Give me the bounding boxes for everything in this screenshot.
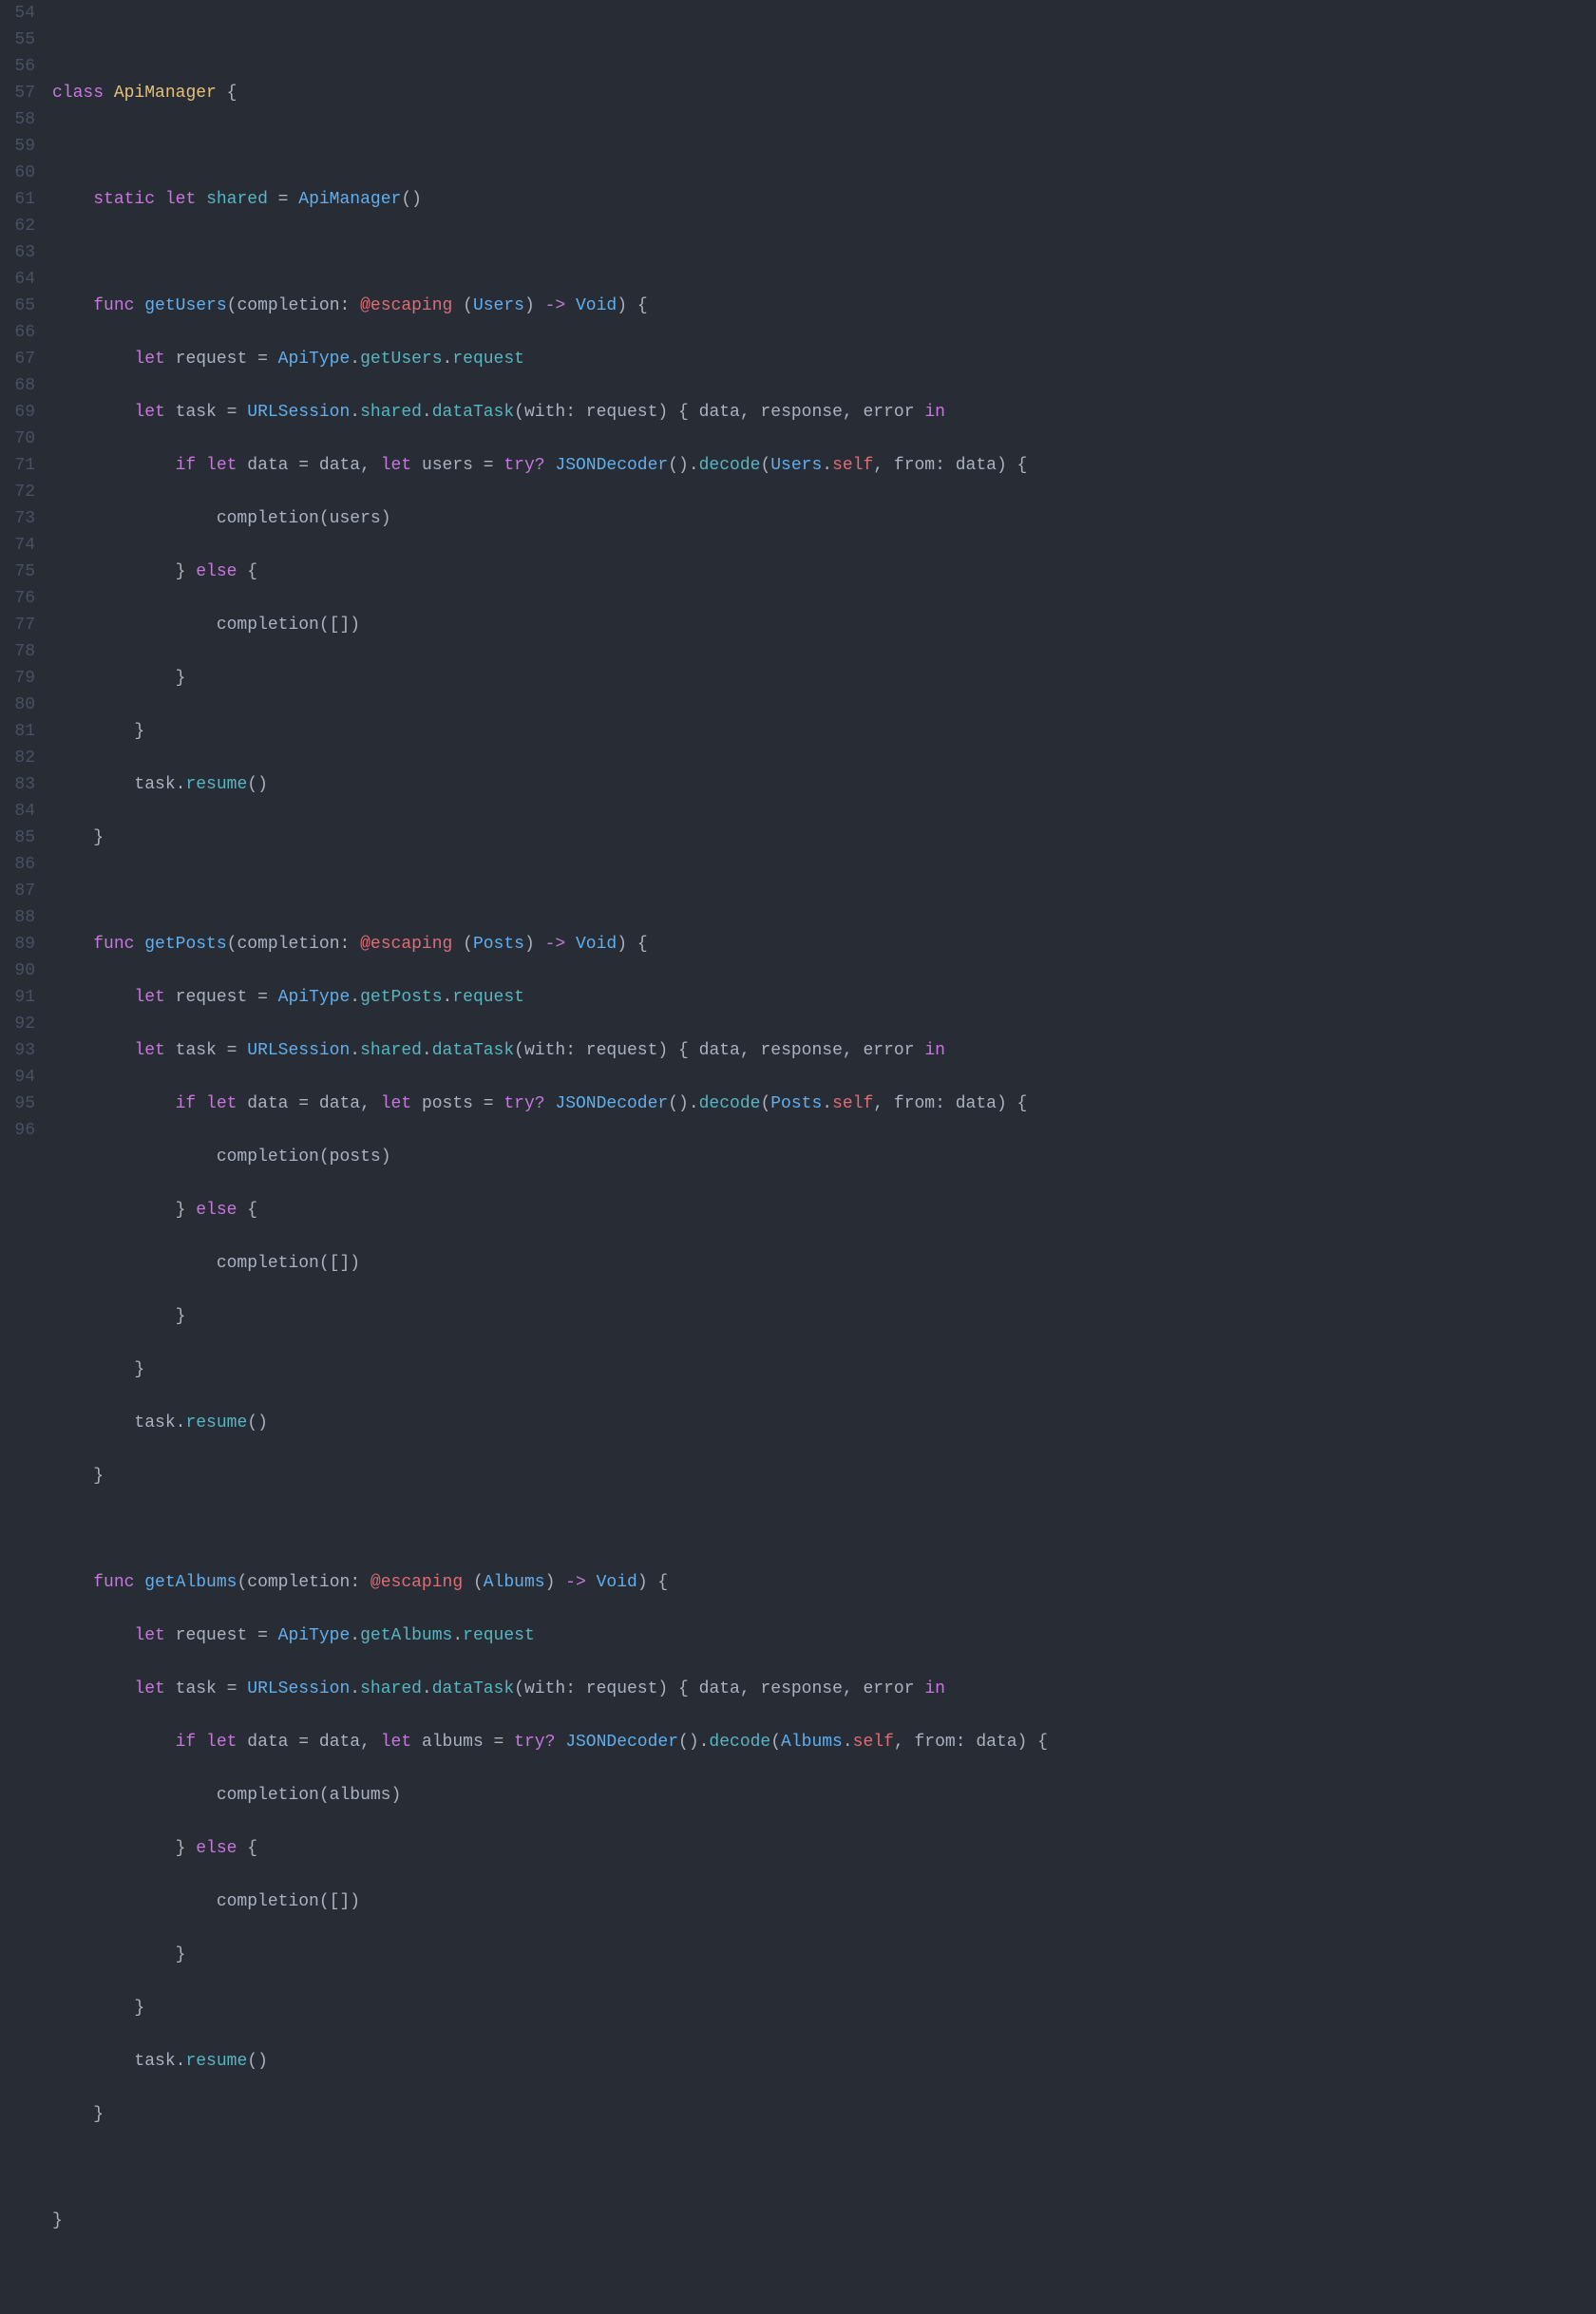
code-line: class ApiManager { bbox=[52, 80, 1596, 106]
code-line: } bbox=[52, 1995, 1596, 2021]
line-number: 63 bbox=[0, 239, 35, 266]
code-line: } bbox=[52, 1463, 1596, 1489]
line-number: 90 bbox=[0, 958, 35, 984]
line-number: 88 bbox=[0, 904, 35, 931]
code-line bbox=[52, 133, 1596, 160]
line-number: 54 bbox=[0, 0, 35, 27]
code-line: func getAlbums(completion: @escaping (Al… bbox=[52, 1569, 1596, 1596]
code-line: } bbox=[52, 1942, 1596, 1968]
line-number: 69 bbox=[0, 399, 35, 426]
code-line: } bbox=[52, 2101, 1596, 2128]
line-number-gutter: 54 55 56 57 58 59 60 61 62 63 64 65 66 6… bbox=[0, 0, 52, 2314]
line-number: 92 bbox=[0, 1011, 35, 1037]
code-line: if let data = data, let users = try? JSO… bbox=[52, 452, 1596, 479]
code-line: task.resume() bbox=[52, 1410, 1596, 1436]
line-number: 85 bbox=[0, 825, 35, 851]
code-line: } bbox=[52, 1356, 1596, 1383]
code-line: let request = ApiType.getAlbums.request bbox=[52, 1622, 1596, 1649]
line-number: 72 bbox=[0, 479, 35, 505]
line-number: 60 bbox=[0, 160, 35, 186]
code-line: } else { bbox=[52, 559, 1596, 585]
code-line: completion([]) bbox=[52, 1888, 1596, 1915]
line-number: 84 bbox=[0, 798, 35, 825]
code-line: } else { bbox=[52, 1197, 1596, 1223]
line-number: 56 bbox=[0, 53, 35, 80]
code-line bbox=[52, 1516, 1596, 1543]
code-line: } bbox=[52, 665, 1596, 692]
code-line: if let data = data, let posts = try? JSO… bbox=[52, 1091, 1596, 1117]
line-number: 74 bbox=[0, 532, 35, 559]
line-number: 93 bbox=[0, 1037, 35, 1064]
line-number: 55 bbox=[0, 27, 35, 53]
code-line: completion(users) bbox=[52, 505, 1596, 532]
line-number: 89 bbox=[0, 931, 35, 958]
code-line: } bbox=[52, 718, 1596, 745]
code-line: } bbox=[52, 825, 1596, 851]
code-line: if let data = data, let albums = try? JS… bbox=[52, 1729, 1596, 1755]
code-line bbox=[52, 878, 1596, 904]
line-number: 73 bbox=[0, 505, 35, 532]
code-line: completion([]) bbox=[52, 612, 1596, 638]
line-number: 95 bbox=[0, 1091, 35, 1117]
code-line: let request = ApiType.getPosts.request bbox=[52, 984, 1596, 1011]
line-number: 91 bbox=[0, 984, 35, 1011]
line-number: 81 bbox=[0, 718, 35, 745]
line-number: 59 bbox=[0, 133, 35, 160]
code-line bbox=[52, 239, 1596, 266]
code-line: } bbox=[52, 1303, 1596, 1330]
line-number: 64 bbox=[0, 266, 35, 293]
line-number: 65 bbox=[0, 293, 35, 319]
code-line: task.resume() bbox=[52, 771, 1596, 798]
line-number: 94 bbox=[0, 1064, 35, 1091]
code-line: } else { bbox=[52, 1835, 1596, 1862]
code-line: completion(albums) bbox=[52, 1782, 1596, 1809]
line-number: 79 bbox=[0, 665, 35, 692]
code-line: completion([]) bbox=[52, 1250, 1596, 1277]
line-number: 80 bbox=[0, 692, 35, 718]
code-line bbox=[52, 2154, 1596, 2181]
line-number: 61 bbox=[0, 186, 35, 213]
line-number: 67 bbox=[0, 346, 35, 372]
line-number: 71 bbox=[0, 452, 35, 479]
code-line: static let shared = ApiManager() bbox=[52, 186, 1596, 213]
code-line: let request = ApiType.getUsers.request bbox=[52, 346, 1596, 372]
line-number: 87 bbox=[0, 878, 35, 904]
line-number: 75 bbox=[0, 559, 35, 585]
code-line: task.resume() bbox=[52, 2048, 1596, 2075]
code-line: let task = URLSession.shared.dataTask(wi… bbox=[52, 1037, 1596, 1064]
code-line: } bbox=[52, 2208, 1596, 2234]
line-number: 77 bbox=[0, 612, 35, 638]
code-line: func getUsers(completion: @escaping (Use… bbox=[52, 293, 1596, 319]
line-number: 83 bbox=[0, 771, 35, 798]
code-line: func getPosts(completion: @escaping (Pos… bbox=[52, 931, 1596, 958]
code-editor[interactable]: class ApiManager { static let shared = A… bbox=[52, 0, 1596, 2314]
code-line: let task = URLSession.shared.dataTask(wi… bbox=[52, 1676, 1596, 1702]
line-number: 78 bbox=[0, 638, 35, 665]
code-line: let task = URLSession.shared.dataTask(wi… bbox=[52, 399, 1596, 426]
line-number: 76 bbox=[0, 585, 35, 612]
code-line bbox=[52, 27, 1596, 53]
line-number: 82 bbox=[0, 745, 35, 771]
line-number: 86 bbox=[0, 851, 35, 878]
line-number: 66 bbox=[0, 319, 35, 346]
line-number: 62 bbox=[0, 213, 35, 239]
code-line: completion(posts) bbox=[52, 1144, 1596, 1170]
line-number: 58 bbox=[0, 106, 35, 133]
line-number: 70 bbox=[0, 426, 35, 452]
line-number: 68 bbox=[0, 372, 35, 399]
line-number: 96 bbox=[0, 1117, 35, 1144]
code-line bbox=[52, 2261, 1596, 2287]
line-number: 57 bbox=[0, 80, 35, 106]
